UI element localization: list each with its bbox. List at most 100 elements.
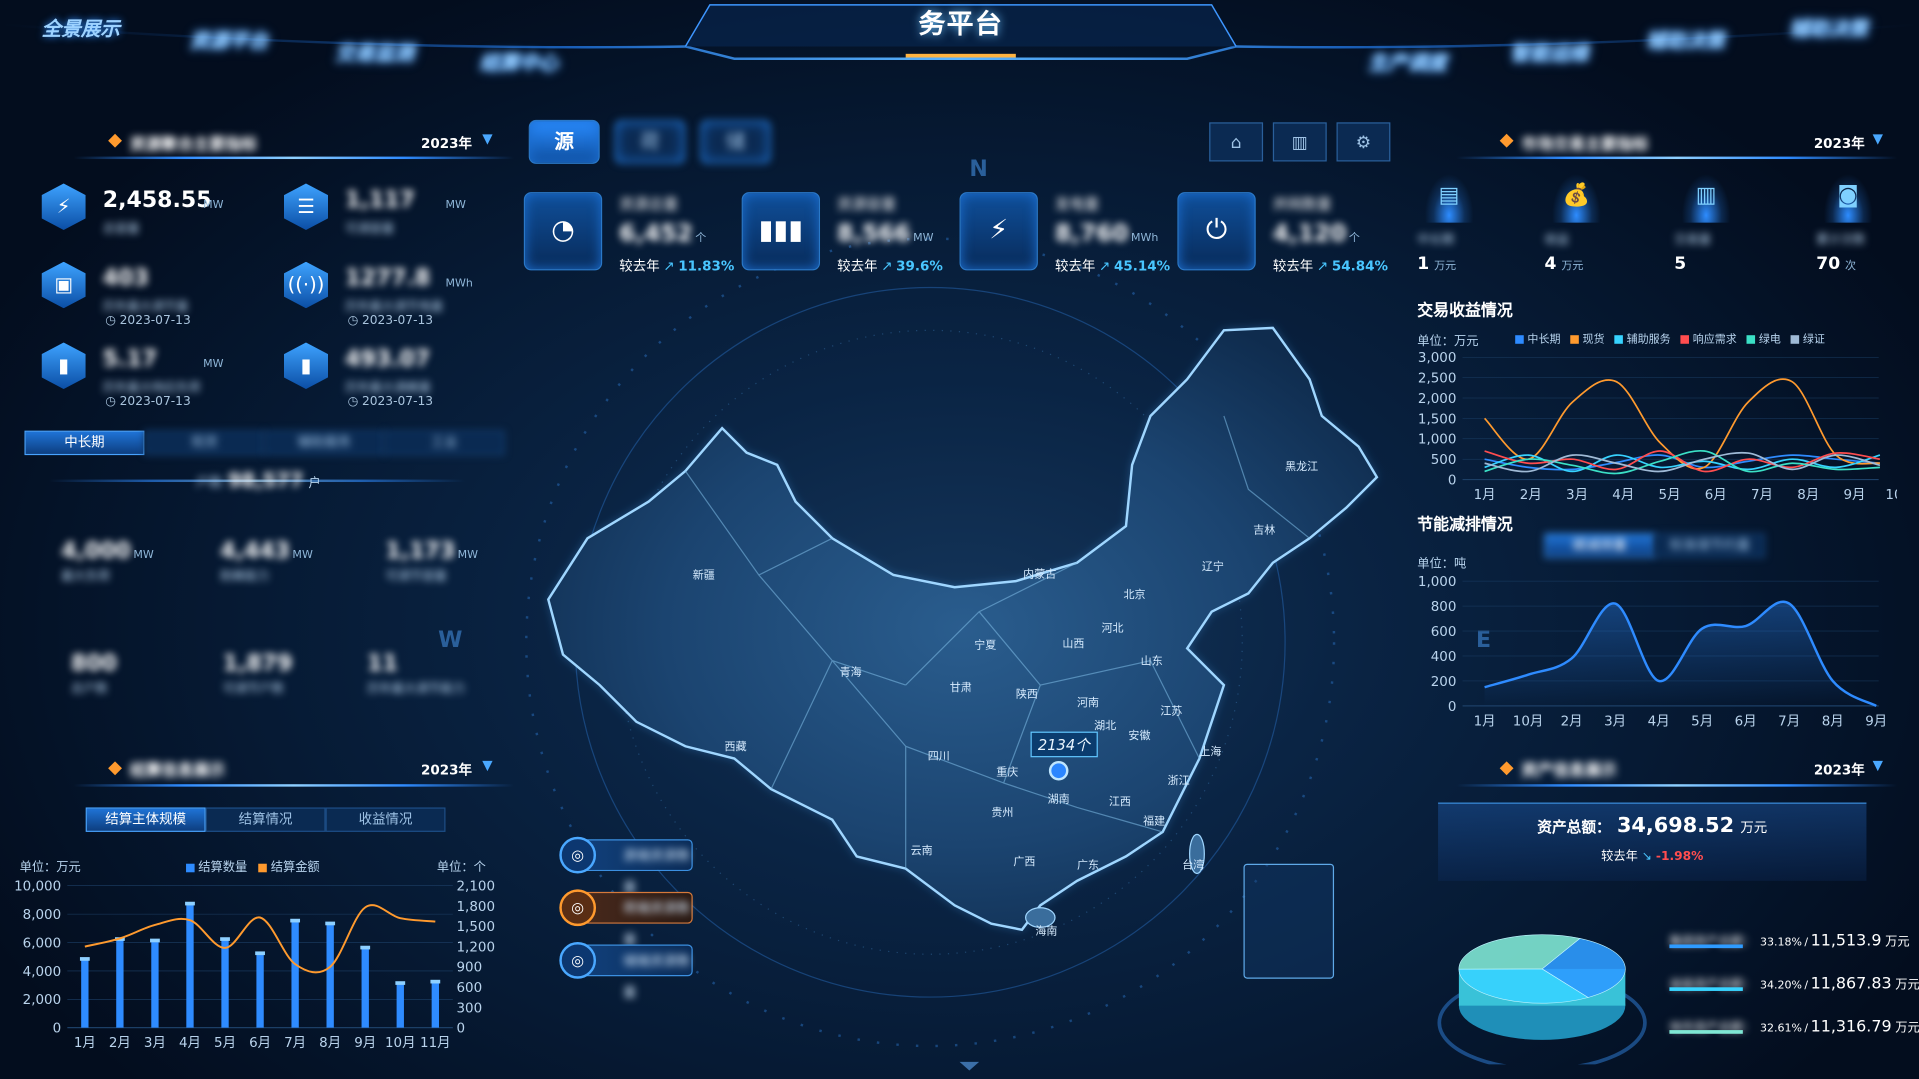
province-label[interactable]: 青海 bbox=[840, 663, 862, 679]
tab-settlement-scale[interactable]: 结算主体规模 bbox=[85, 807, 206, 832]
province-label[interactable]: 安徽 bbox=[1128, 727, 1150, 742]
legend-item[interactable]: 中长期 bbox=[1515, 330, 1560, 346]
nav-trade[interactable]: 交易监测 bbox=[335, 37, 413, 66]
tab-coal[interactable]: 标准煤节约量 bbox=[1654, 533, 1765, 558]
users-value: 98,577 bbox=[227, 468, 304, 492]
tab-carbon[interactable]: 碳减排量 bbox=[1544, 533, 1655, 558]
chevron-down-icon[interactable]: ▼ bbox=[482, 131, 492, 147]
bar[interactable] bbox=[291, 921, 299, 1028]
nav-maintenance[interactable]: 智能运维 bbox=[1510, 37, 1588, 66]
province-label[interactable]: 北京 bbox=[1124, 586, 1146, 602]
asset-item-unit: 万元 bbox=[1895, 978, 1919, 993]
province-label[interactable]: 甘肃 bbox=[950, 679, 972, 695]
x-tick-label: 8月 bbox=[1797, 488, 1819, 503]
bar[interactable] bbox=[431, 982, 439, 1028]
divider: / bbox=[1804, 979, 1809, 993]
date-row: ◷ 2023-07-13 bbox=[348, 314, 434, 327]
province-label[interactable]: 广东 bbox=[1077, 856, 1099, 872]
tab-ancillary[interactable]: 辅助服务 bbox=[264, 430, 385, 456]
bar[interactable] bbox=[396, 983, 404, 1028]
series-line[interactable] bbox=[1483, 378, 1881, 470]
province-label[interactable]: 陕西 bbox=[1016, 685, 1038, 701]
y-tick-label-left: 6,000 bbox=[23, 936, 62, 951]
bar[interactable] bbox=[81, 959, 89, 1028]
nav-overview[interactable]: 全景展示 bbox=[42, 12, 120, 41]
province-label[interactable]: 吉林 bbox=[1253, 521, 1275, 537]
nav-analysis[interactable]: 辅助决策 bbox=[1646, 24, 1724, 53]
province-label[interactable]: 宁夏 bbox=[974, 636, 996, 652]
metric-unit: MWh bbox=[445, 277, 473, 290]
province-label[interactable]: 河北 bbox=[1102, 619, 1124, 635]
y-tick-label: 0 bbox=[1448, 700, 1457, 715]
home-icon[interactable]: ⌂ bbox=[1209, 122, 1264, 162]
nav-production[interactable]: 生产调度 bbox=[1368, 46, 1446, 75]
scroll-down-icon[interactable] bbox=[959, 1061, 980, 1071]
map-marker-label[interactable]: 2134个 bbox=[1030, 731, 1098, 758]
tab-load[interactable]: 荷 bbox=[614, 119, 686, 164]
nav-decision[interactable]: 辅助决策 bbox=[1789, 12, 1867, 41]
province-label[interactable]: 福建 bbox=[1143, 812, 1165, 828]
province-label[interactable]: 江西 bbox=[1109, 793, 1131, 808]
province-label[interactable]: 重庆 bbox=[996, 763, 1018, 779]
province-label[interactable]: 海南 bbox=[1035, 922, 1057, 938]
province-label[interactable]: 新疆 bbox=[693, 566, 715, 582]
legend-item[interactable]: 绿证 bbox=[1790, 330, 1825, 346]
bar[interactable] bbox=[151, 941, 159, 1028]
bar[interactable] bbox=[256, 953, 264, 1028]
metric-unit: MW bbox=[203, 199, 224, 212]
tab-mid-long[interactable]: 中长期 bbox=[24, 430, 145, 456]
divider: / bbox=[1804, 937, 1809, 950]
item-value: 4 bbox=[1544, 254, 1557, 275]
legend-item[interactable]: 现货 bbox=[1570, 330, 1605, 346]
source-count-button[interactable]: ◎ 源端资源数量 bbox=[559, 836, 693, 896]
province-label[interactable]: 江苏 bbox=[1160, 702, 1182, 718]
chevron-down-icon[interactable]: ▼ bbox=[1873, 757, 1883, 773]
right-top-year[interactable]: 2023年 bbox=[1814, 133, 1865, 153]
legend-item[interactable]: 响应需求 bbox=[1680, 330, 1737, 346]
legend-item[interactable]: 绿电 bbox=[1746, 330, 1781, 346]
province-label[interactable]: 河南 bbox=[1077, 694, 1099, 709]
chevron-down-icon[interactable]: ▼ bbox=[1873, 131, 1883, 147]
bar[interactable] bbox=[326, 924, 334, 1028]
province-label[interactable]: 贵州 bbox=[991, 804, 1013, 819]
book-icon[interactable]: ▥ bbox=[1272, 122, 1327, 162]
location-pin-icon[interactable] bbox=[1048, 760, 1069, 781]
stat-unit: MW bbox=[457, 549, 479, 562]
province-label[interactable]: 四川 bbox=[928, 747, 950, 763]
tab-source[interactable]: 源 bbox=[528, 119, 600, 164]
tab-spot[interactable]: 现货 bbox=[144, 430, 265, 456]
load-count-button[interactable]: ◎ 荷端资源数量 bbox=[559, 889, 693, 948]
province-label[interactable]: 山东 bbox=[1141, 652, 1163, 668]
nav-settlement[interactable]: 结算中心 bbox=[480, 46, 558, 75]
storage-count-button[interactable]: ◎ 储端资源数量 bbox=[559, 942, 693, 1001]
bar[interactable] bbox=[221, 939, 229, 1028]
province-label[interactable]: 台湾 bbox=[1182, 856, 1204, 872]
province-label[interactable]: 辽宁 bbox=[1202, 558, 1224, 574]
bar[interactable] bbox=[116, 939, 124, 1028]
x-tick-label: 6月 bbox=[249, 1036, 271, 1051]
tab-settlement-status[interactable]: 结算情况 bbox=[205, 807, 326, 832]
province-label[interactable]: 浙江 bbox=[1168, 772, 1190, 788]
province-label[interactable]: 湖南 bbox=[1048, 790, 1070, 806]
province-label[interactable]: 山西 bbox=[1062, 635, 1084, 651]
province-label[interactable]: 湖北 bbox=[1094, 717, 1116, 733]
bar[interactable] bbox=[186, 904, 194, 1028]
metric-value: 403 bbox=[102, 265, 149, 292]
province-label[interactable]: 上海 bbox=[1199, 743, 1221, 758]
province-label[interactable]: 内蒙古 bbox=[1023, 565, 1056, 581]
right-bottom-year[interactable]: 2023年 bbox=[1814, 760, 1865, 780]
province-label[interactable]: 黑龙江 bbox=[1285, 458, 1318, 473]
tab-settlement-income[interactable]: 收益情况 bbox=[325, 807, 446, 832]
tab-storage[interactable]: 储 bbox=[700, 119, 772, 164]
y-tick-label-left: 4,000 bbox=[23, 965, 62, 980]
asset-pie-chart bbox=[1437, 934, 1647, 1065]
left-top-year[interactable]: 2023年 bbox=[421, 133, 472, 153]
legend-item[interactable]: 辅助服务 bbox=[1614, 330, 1671, 346]
gear-icon[interactable]: ⚙ bbox=[1336, 122, 1391, 162]
clock-icon: ◷ bbox=[347, 395, 359, 409]
nav-resource[interactable]: 资源平台 bbox=[190, 24, 268, 53]
province-label[interactable]: 云南 bbox=[911, 842, 933, 857]
bar[interactable] bbox=[361, 948, 369, 1028]
province-label[interactable]: 广西 bbox=[1013, 853, 1035, 868]
province-label[interactable]: 西藏 bbox=[725, 738, 747, 753]
